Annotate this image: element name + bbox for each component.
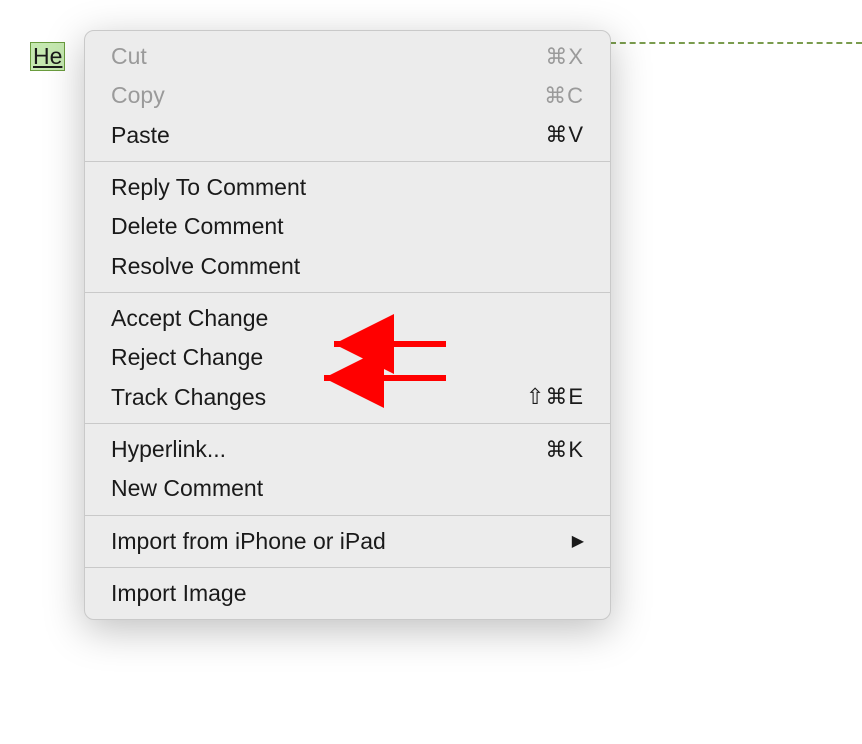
menu-item-import-image[interactable]: Import Image — [85, 574, 610, 613]
menu-item-reply-to-comment[interactable]: Reply To Comment — [85, 168, 610, 207]
menu-item-shortcut: ⌘X — [545, 41, 584, 73]
menu-item-label: Hyperlink... — [111, 433, 545, 466]
menu-separator — [85, 567, 610, 568]
menu-item-shortcut: ⌘C — [544, 80, 584, 112]
menu-item-import-from-iphone-ipad[interactable]: Import from iPhone or iPad ▶ — [85, 522, 610, 561]
comment-connector-line — [610, 42, 862, 44]
menu-item-delete-comment[interactable]: Delete Comment — [85, 207, 610, 246]
menu-item-label: Import Image — [111, 577, 584, 610]
menu-item-label: Cut — [111, 40, 545, 73]
menu-item-shortcut: ⇧⌘E — [526, 381, 584, 413]
menu-item-label: Track Changes — [111, 381, 526, 414]
menu-item-label: Accept Change — [111, 302, 584, 335]
menu-separator — [85, 423, 610, 424]
submenu-arrow-icon: ▶ — [572, 530, 584, 553]
menu-item-copy[interactable]: Copy ⌘C — [85, 76, 610, 115]
menu-item-resolve-comment[interactable]: Resolve Comment — [85, 247, 610, 286]
tracked-change-text[interactable]: He — [30, 42, 65, 71]
menu-item-label: Resolve Comment — [111, 250, 584, 283]
menu-item-label: Import from iPhone or iPad — [111, 525, 564, 558]
menu-separator — [85, 161, 610, 162]
menu-separator — [85, 292, 610, 293]
menu-item-label: New Comment — [111, 472, 584, 505]
menu-item-label: Paste — [111, 119, 545, 152]
menu-item-cut[interactable]: Cut ⌘X — [85, 37, 610, 76]
menu-item-new-comment[interactable]: New Comment — [85, 469, 610, 508]
menu-item-shortcut: ⌘K — [545, 434, 584, 466]
menu-item-hyperlink[interactable]: Hyperlink... ⌘K — [85, 430, 610, 469]
menu-item-shortcut: ⌘V — [545, 119, 584, 151]
menu-item-label: Copy — [111, 79, 544, 112]
menu-item-label: Delete Comment — [111, 210, 584, 243]
menu-item-paste[interactable]: Paste ⌘V — [85, 116, 610, 155]
menu-separator — [85, 515, 610, 516]
menu-item-label: Reply To Comment — [111, 171, 584, 204]
menu-item-label: Reject Change — [111, 341, 584, 374]
menu-item-reject-change[interactable]: Reject Change — [85, 338, 610, 377]
menu-item-track-changes[interactable]: Track Changes ⇧⌘E — [85, 378, 610, 417]
context-menu: Cut ⌘X Copy ⌘C Paste ⌘V Reply To Comment… — [84, 30, 611, 620]
menu-item-accept-change[interactable]: Accept Change — [85, 299, 610, 338]
